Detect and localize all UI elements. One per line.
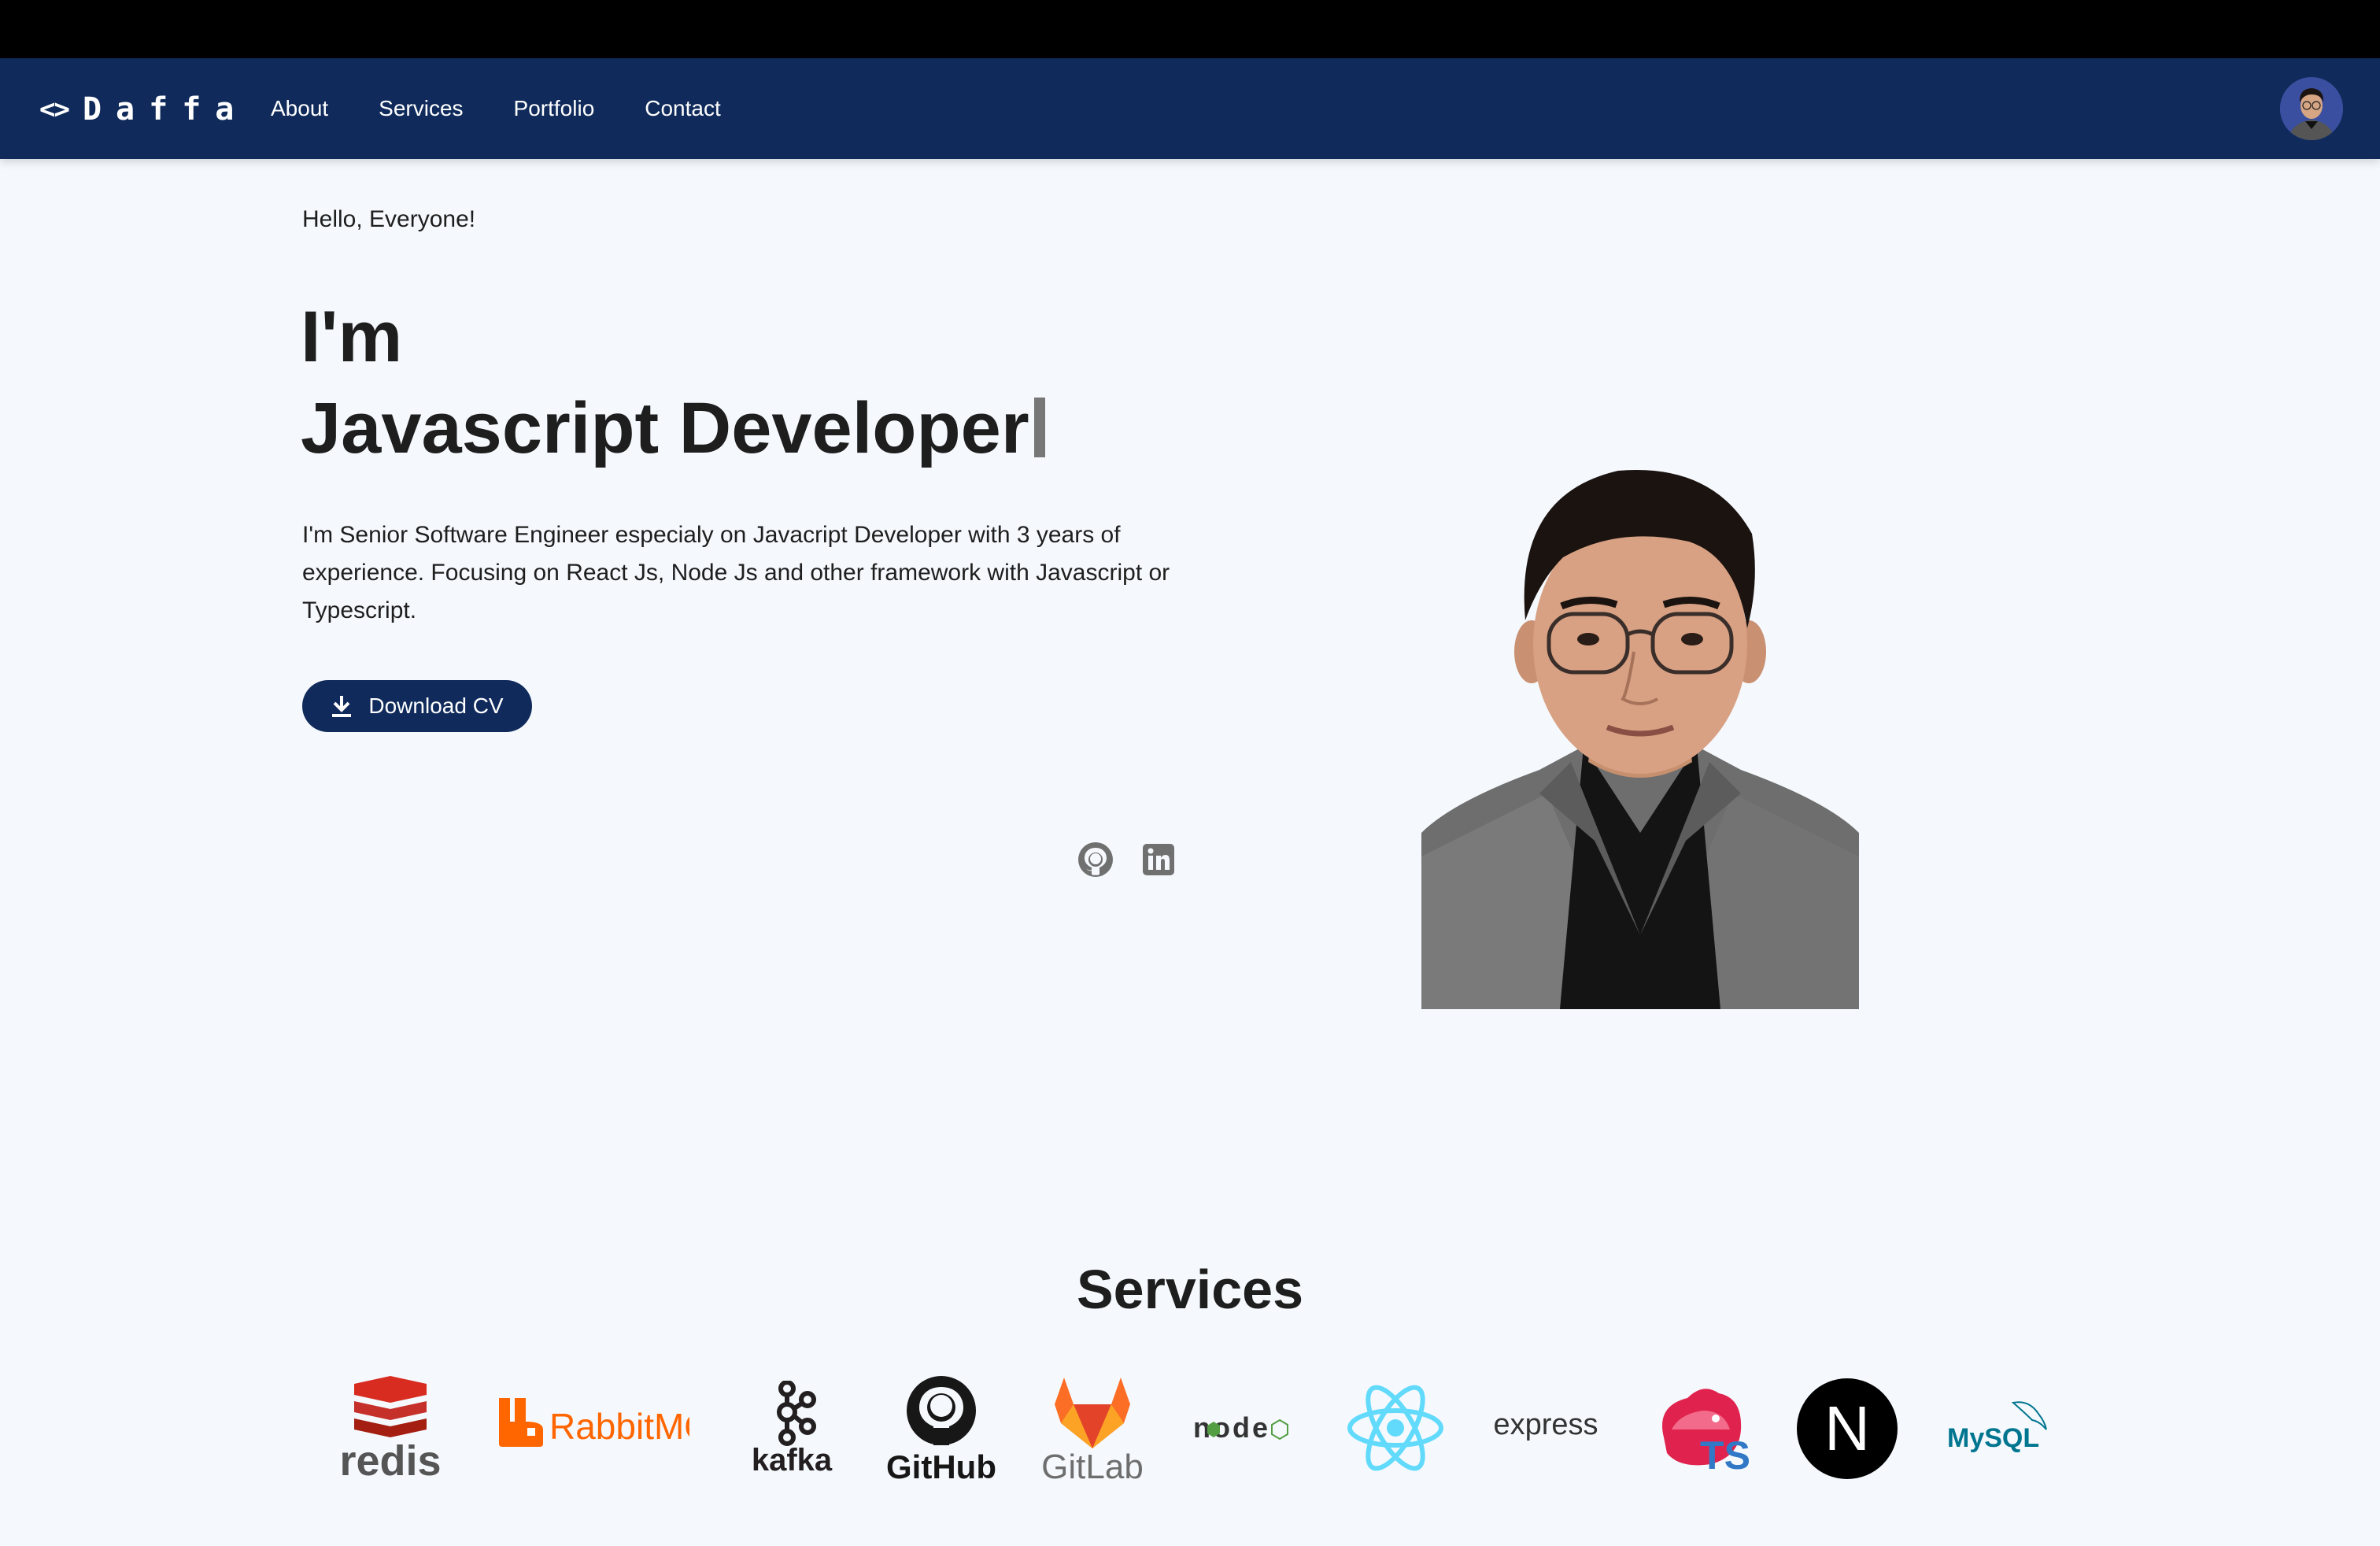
nestjs-ts-logo: TS — [1648, 1382, 1750, 1477]
hero-headline: I'm Javascript Developer — [301, 291, 1045, 474]
github-logo: GitHub — [886, 1376, 996, 1483]
hero-bio: I'm Senior Software Engineer especialy o… — [302, 522, 1170, 623]
nav-links: About Services Portfolio Contact — [271, 93, 771, 124]
download-icon — [331, 694, 353, 718]
brand-logo[interactable]: <> Daffa — [39, 91, 248, 128]
brand-name: Daffa — [82, 91, 249, 128]
ts-label: TS — [1700, 1433, 1750, 1477]
code-brackets-icon: <> — [39, 94, 70, 125]
redis-label: redis — [339, 1437, 441, 1483]
rabbitmq-label: RabbitMQ — [549, 1406, 689, 1447]
github-icon[interactable] — [1077, 841, 1114, 878]
download-cv-label: Download CV — [368, 693, 504, 718]
browser-top-bar — [0, 0, 2380, 58]
rabbitmq-logo: RabbitMQ — [497, 1395, 689, 1448]
kafka-logo: kafka — [746, 1381, 837, 1475]
hero-headline-line2: Javascript Developer — [301, 388, 1029, 468]
nav-link-about[interactable]: About — [271, 93, 328, 124]
react-logo — [1344, 1381, 1447, 1475]
hero-headline-line1: I'm — [301, 297, 403, 377]
kafka-label: kafka — [752, 1443, 833, 1475]
redis-logo: redis — [337, 1376, 444, 1483]
express-logo: express — [1492, 1406, 1599, 1444]
nextjs-logo: N — [1796, 1378, 1898, 1480]
hero-portrait — [1421, 463, 1859, 1009]
hero-greeting: Hello, Everyone! — [302, 206, 476, 232]
github-label: GitHub — [886, 1448, 996, 1483]
nextjs-label: N — [1824, 1393, 1870, 1463]
gitlab-logo: GitLab — [1037, 1376, 1148, 1483]
nav-link-services[interactable]: Services — [379, 93, 463, 124]
express-label: express — [1493, 1407, 1598, 1441]
linkedin-icon[interactable] — [1141, 842, 1176, 877]
download-cv-button[interactable]: Download CV — [302, 680, 532, 732]
typing-cursor — [1033, 398, 1045, 457]
navbar: <> Daffa About Services Portfolio Contac… — [0, 58, 2380, 159]
avatar[interactable] — [2280, 77, 2343, 140]
node-label: node — [1193, 1412, 1270, 1444]
mysql-label: MySQL — [1947, 1423, 2039, 1453]
services-title: Services — [1076, 1259, 1304, 1320]
nav-link-portfolio[interactable]: Portfolio — [514, 93, 595, 124]
mysql-logo: MySQL — [1947, 1398, 2051, 1455]
nav-link-contact[interactable]: Contact — [645, 93, 721, 124]
gitlab-label: GitLab — [1041, 1448, 1144, 1483]
node-logo: node — [1193, 1412, 1292, 1444]
